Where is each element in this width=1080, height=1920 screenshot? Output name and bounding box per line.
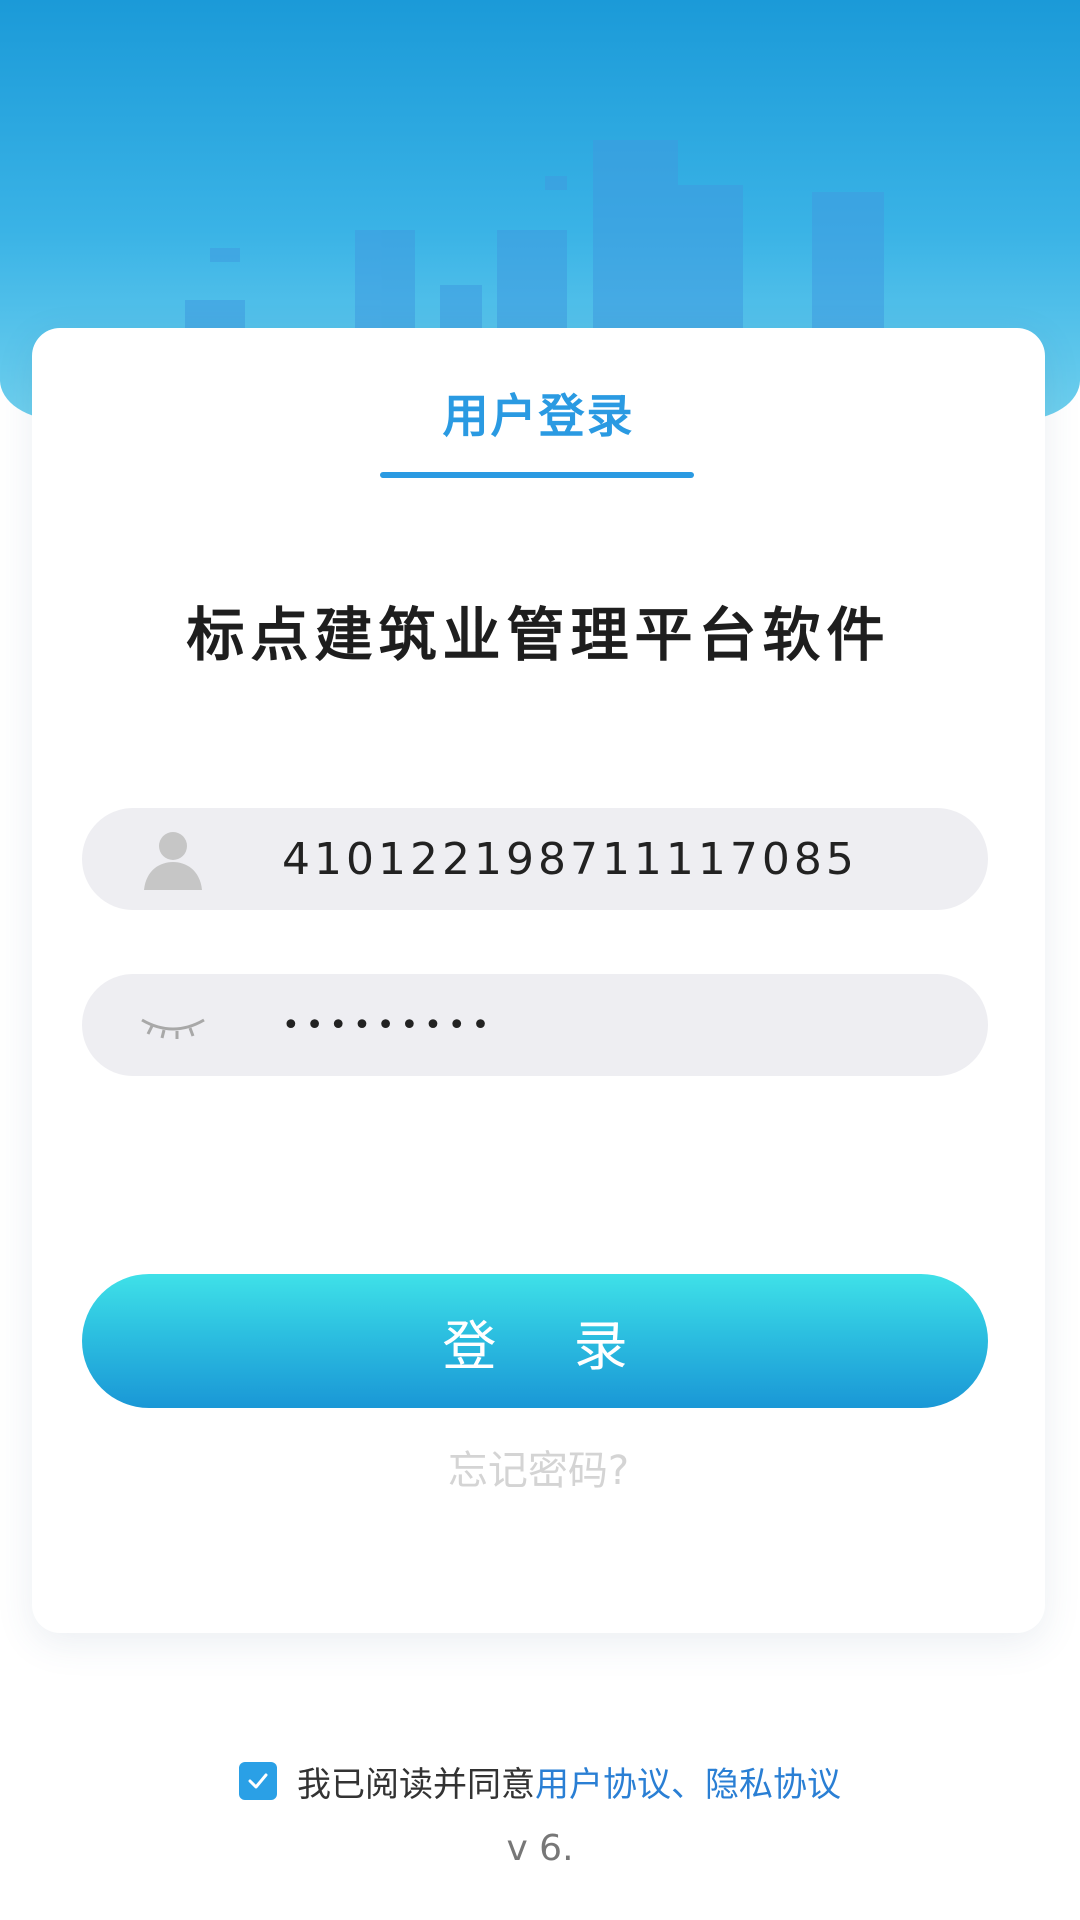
username-field[interactable] bbox=[82, 808, 988, 910]
user-agreement-link[interactable]: 用户协议 bbox=[535, 1757, 671, 1806]
version-label: v 6. bbox=[506, 1828, 574, 1869]
agreement-row: 我已阅读并同意 用户协议 、 隐私协议 bbox=[0, 1757, 1080, 1806]
username-input[interactable] bbox=[282, 808, 942, 910]
password-field[interactable] bbox=[82, 974, 988, 1076]
agreement-separator: 、 bbox=[671, 1764, 705, 1805]
agreement-text: 我已阅读并同意 bbox=[297, 1764, 535, 1805]
tab-active-indicator bbox=[380, 472, 694, 478]
checkmark-icon bbox=[248, 1773, 268, 1789]
user-icon bbox=[144, 832, 202, 890]
password-input[interactable] bbox=[282, 974, 942, 1076]
privacy-agreement-link[interactable]: 隐私协议 bbox=[705, 1757, 841, 1806]
login-card: 用户登录 标点建筑业管理平台软件 登 录 忘记密码? bbox=[32, 328, 1045, 1633]
eye-closed-icon[interactable] bbox=[140, 992, 206, 1058]
app-title: 标点建筑业管理平台软件 bbox=[186, 601, 891, 669]
login-button[interactable]: 登 录 bbox=[82, 1274, 988, 1408]
tab-user-login[interactable]: 用户登录 bbox=[32, 380, 1045, 446]
forgot-password-link[interactable]: 忘记密码? bbox=[32, 1438, 1045, 1496]
agreement-checkbox[interactable] bbox=[239, 1762, 277, 1800]
